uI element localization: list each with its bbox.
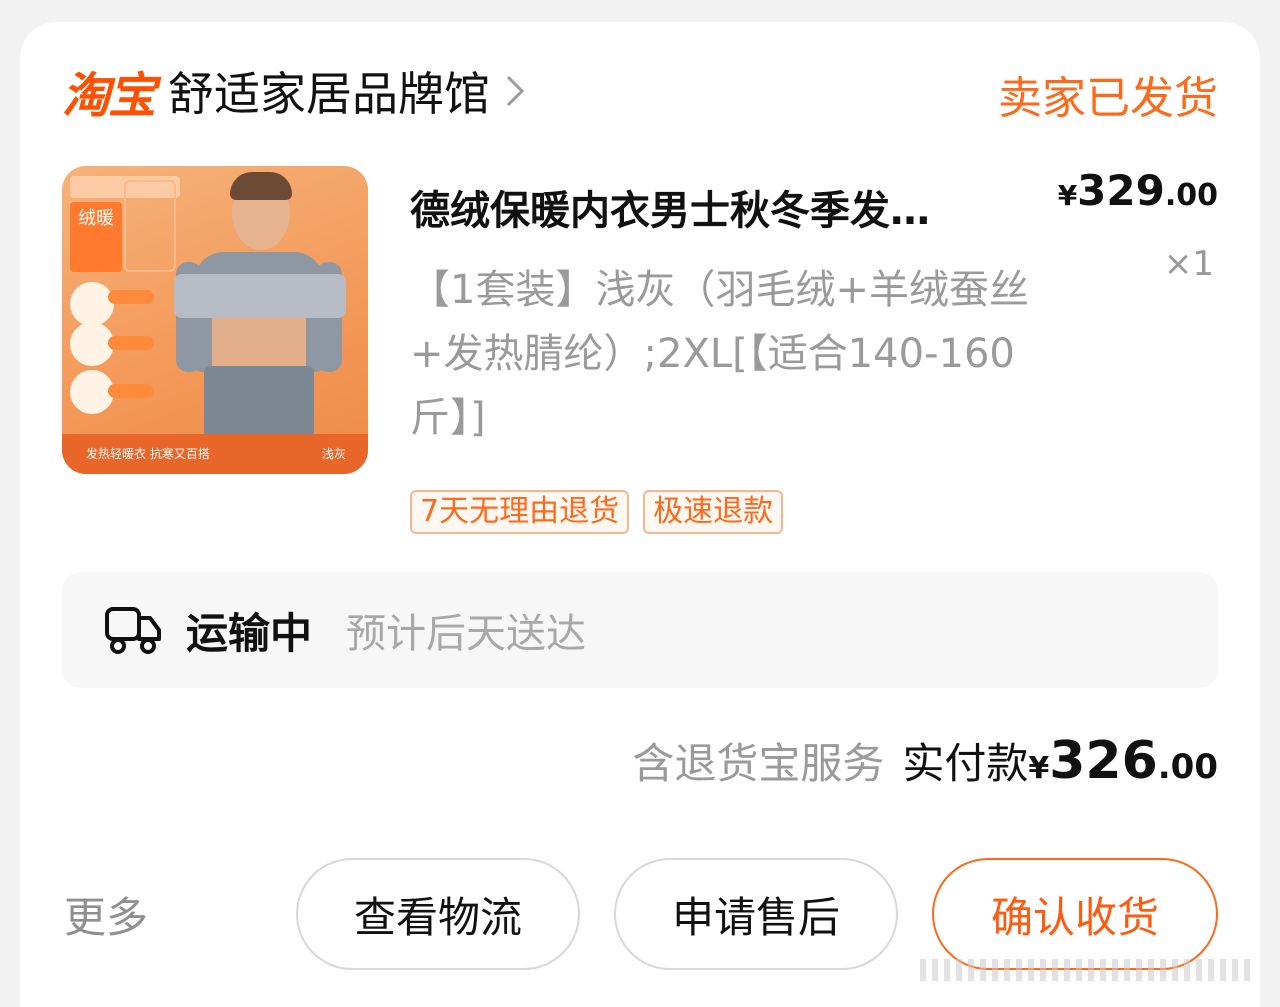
product-price: ¥329.00 — [1058, 166, 1218, 215]
price-symbol: ¥ — [1057, 179, 1078, 212]
feature-dot — [70, 282, 114, 326]
taobao-logo: 淘宝 — [62, 68, 156, 124]
chevron-right-icon[interactable] — [504, 73, 526, 109]
payment-summary: 含退货宝服务 实付款 ¥ 326 .00 — [632, 730, 1218, 791]
paid-int: 326 — [1049, 731, 1158, 791]
model-chest — [212, 316, 306, 370]
model-hair — [230, 172, 292, 200]
shop-name[interactable]: 舒适家居品牌馆 — [168, 58, 490, 124]
product-quantity: ×1 — [1163, 244, 1214, 284]
price-dec: .00 — [1164, 178, 1218, 213]
shipping-bar[interactable]: 运输中 预计后天送达 — [62, 572, 1218, 688]
price-int: 329 — [1077, 166, 1165, 215]
more-button[interactable]: 更多 — [64, 884, 148, 945]
shipping-status: 运输中 — [186, 608, 313, 658]
feature-pill — [108, 384, 154, 398]
feature-pill — [108, 290, 154, 304]
service-tags: 7天无理由退货 极速退款 — [410, 490, 784, 534]
image-bottom-bar: 发热轻暖衣 抗寒又百搭 浅灰 — [62, 434, 368, 474]
image-badge: 绒暖 — [70, 202, 122, 272]
watermark — [920, 959, 1250, 981]
return-service-label: 含退货宝服务 — [632, 739, 885, 788]
image-bottom-right: 浅灰 — [321, 447, 346, 461]
service-tag: 极速退款 — [643, 490, 784, 534]
warm-badge — [124, 180, 176, 272]
service-tag: 7天无理由退货 — [410, 490, 630, 534]
view-logistics-button[interactable]: 查看物流 — [296, 858, 580, 970]
product-title[interactable]: 德绒保暖内衣男士秋冬季发… — [410, 178, 1038, 236]
model-shirt — [174, 274, 346, 318]
shop-header[interactable]: 淘宝 舒适家居品牌馆 — [62, 56, 526, 126]
paid-dec: .00 — [1157, 747, 1218, 787]
feature-pill — [108, 336, 154, 350]
image-bottom-left: 发热轻暖衣 抗寒又百搭 — [86, 447, 210, 461]
truck-icon — [104, 601, 162, 659]
shipping-eta: 预计后天送达 — [346, 611, 587, 657]
after-sale-button[interactable]: 申请售后 — [614, 858, 898, 970]
product-image[interactable]: 绒暖 发热轻暖衣 抗寒又百搭 浅灰 — [62, 166, 368, 474]
confirm-receipt-button[interactable]: 确认收货 — [932, 858, 1218, 970]
order-status: 卖家已发货 — [998, 73, 1218, 124]
paid-label: 实付款 — [902, 739, 1029, 788]
paid-symbol: ¥ — [1028, 751, 1050, 786]
product-sku: 【1套装】浅灰（羽毛绒+羊绒蚕丝+发热腈纶）;2XL[【适合140-160斤】] — [410, 267, 1029, 441]
